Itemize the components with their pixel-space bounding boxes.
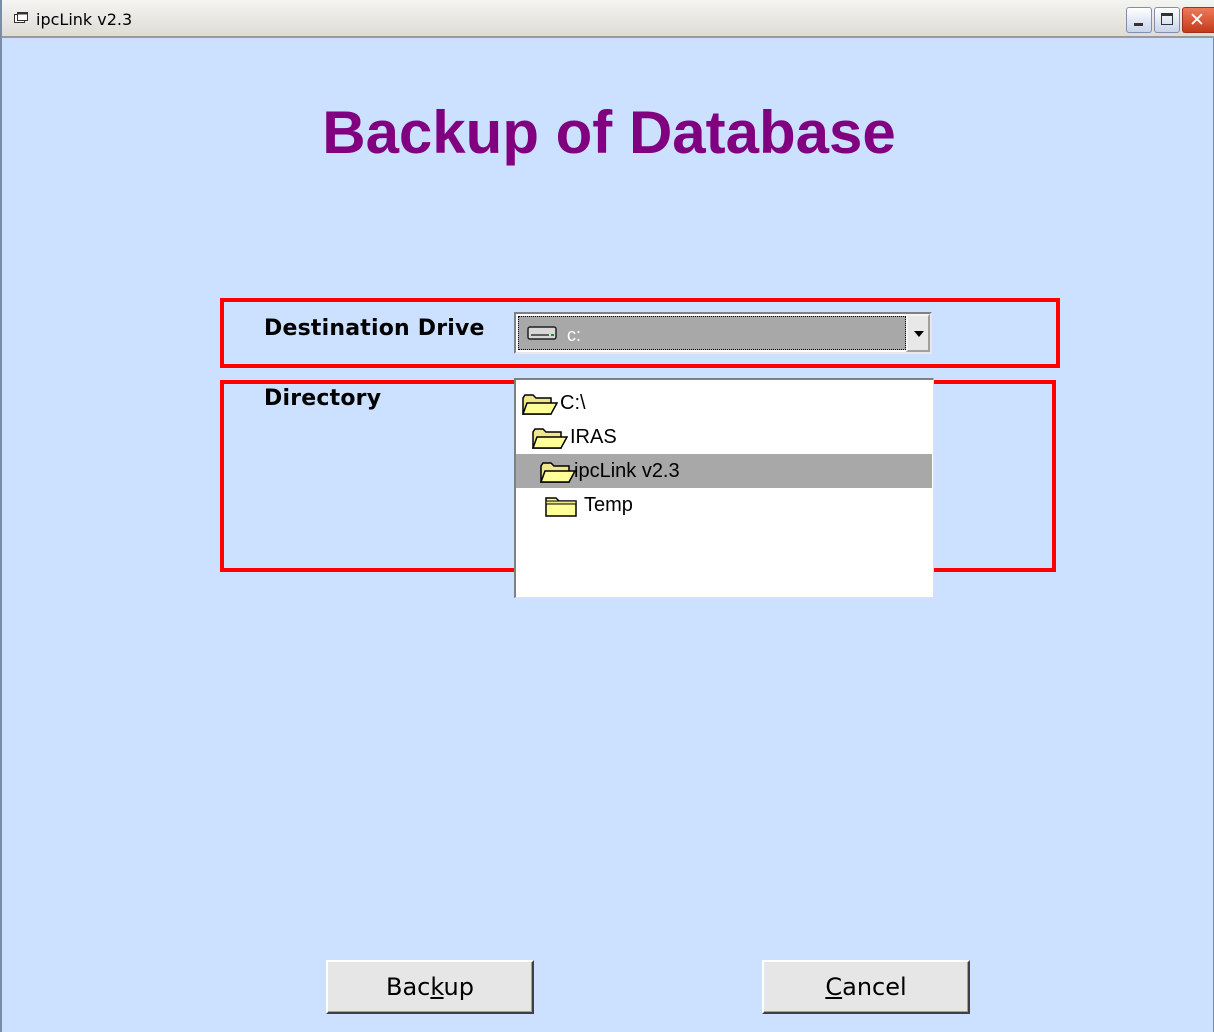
app-window: ipcLink v2.3 ✕ Backup of Database Destin…: [0, 0, 1214, 1032]
page-title: Backup of Database: [322, 99, 896, 166]
directory-label: Directory: [264, 386, 382, 411]
folder-open-icon: [522, 394, 558, 415]
drive-select-value: c:: [567, 325, 582, 345]
app-window-icon: [14, 12, 28, 23]
title-bar[interactable]: ipcLink v2.3 ✕: [2, 0, 1214, 38]
directory-item-label: C:\: [560, 392, 586, 414]
cancel-button-label: Cancel: [825, 973, 907, 1001]
backup-button-label: Backup: [386, 973, 474, 1001]
minimize-icon: [1134, 23, 1143, 26]
directory-item-label: IRAS: [570, 426, 617, 448]
hard-drive-icon: [527, 326, 557, 340]
cancel-button[interactable]: Cancel: [762, 960, 970, 1014]
directory-item-selected[interactable]: ipcLink v2.3: [516, 454, 932, 488]
folder-closed-icon: [545, 497, 577, 517]
backup-button[interactable]: Backup: [326, 960, 534, 1014]
drive-select-dropdown-button[interactable]: [906, 314, 930, 352]
directory-item-label: Temp: [584, 494, 633, 516]
directory-item-label: ipcLink v2.3: [574, 460, 680, 482]
maximize-icon: [1161, 13, 1173, 25]
directory-list[interactable]: C:\ IRAS ipcLink v2.3 Temp: [514, 378, 934, 598]
maximize-button[interactable]: [1154, 7, 1180, 33]
drive-select-value-box: c:: [518, 316, 906, 350]
destination-drive-label: Destination Drive: [264, 316, 485, 341]
close-button[interactable]: ✕: [1182, 7, 1214, 33]
directory-item[interactable]: C:\: [516, 386, 932, 420]
directory-item[interactable]: Temp: [516, 488, 932, 522]
folder-open-icon: [540, 462, 576, 483]
window-title: ipcLink v2.3: [36, 10, 133, 29]
folder-open-icon: [532, 428, 568, 449]
minimize-button[interactable]: [1126, 7, 1152, 33]
close-icon: ✕: [1189, 9, 1205, 31]
drive-select[interactable]: c:: [514, 312, 932, 354]
directory-item[interactable]: IRAS: [516, 420, 932, 454]
